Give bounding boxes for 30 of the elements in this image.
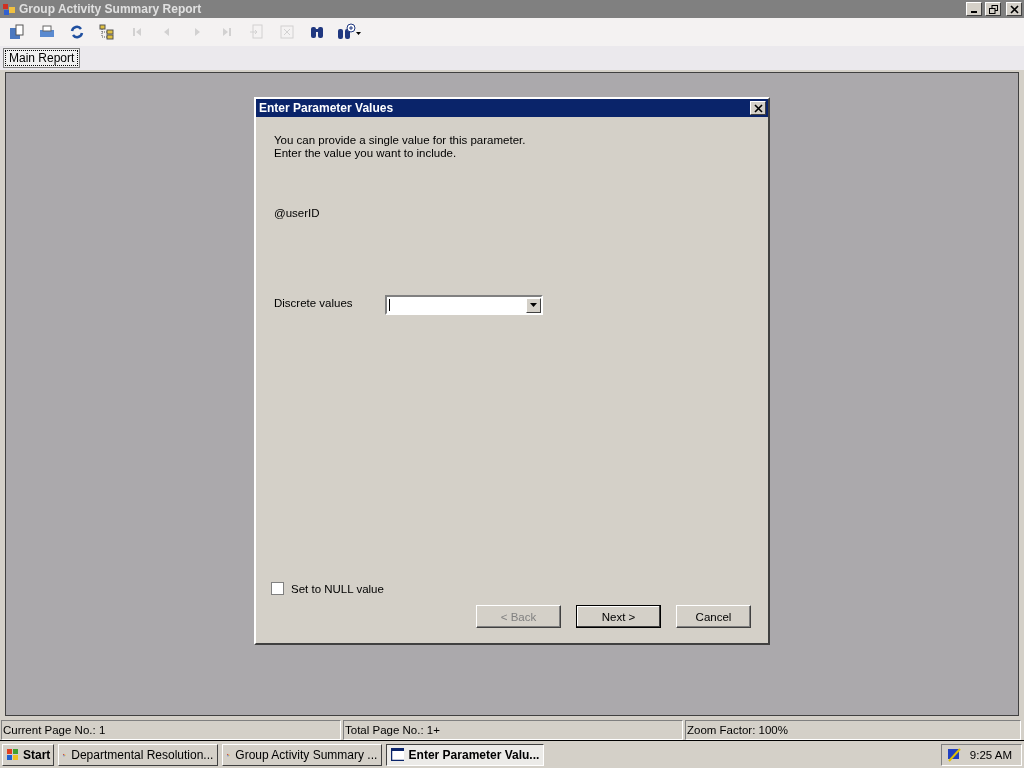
status-text: Total Page No.: 1+ xyxy=(343,720,683,740)
parameter-name: @userID xyxy=(274,207,321,219)
checkbox[interactable] xyxy=(271,582,284,595)
instruction-text: You can provide a single value for this parameter. xyxy=(274,134,527,147)
dialog-title: Enter Parameter Values xyxy=(259,101,394,115)
status-text: Zoom Factor: 100% xyxy=(685,720,1021,740)
minimize-button[interactable] xyxy=(966,2,982,16)
dropdown-button[interactable] xyxy=(526,297,541,313)
dialog-button[interactable]: Cancel xyxy=(676,605,751,628)
start-button[interactable]: Start xyxy=(2,743,55,766)
caret-icon xyxy=(530,303,537,307)
window-icon xyxy=(391,748,404,761)
restore-button[interactable] xyxy=(985,2,1001,16)
app-icon xyxy=(2,2,16,16)
taskbar-button[interactable]: Departmental Resolution... xyxy=(58,743,219,766)
instruction-text: Enter the value you want to include. xyxy=(274,147,458,160)
discrete-values-combo[interactable] xyxy=(385,295,543,315)
taskbar-button[interactable]: Group Activity Summary ... xyxy=(222,743,383,766)
dialog-button[interactable]: Next > xyxy=(576,605,661,628)
status-text: Current Page No.: 1 xyxy=(1,720,341,740)
close-button[interactable] xyxy=(750,101,766,115)
report-tab[interactable]: Main Report xyxy=(3,48,81,68)
field-label: Discrete values xyxy=(274,297,354,309)
windows-flag-icon xyxy=(6,747,20,762)
checkbox-label: Set to NULL value xyxy=(291,582,384,595)
close-button[interactable] xyxy=(1006,2,1022,16)
window-title: Group Activity Summary Report xyxy=(19,2,203,16)
tray-monitor-icon xyxy=(945,746,962,763)
clock: 9:25 AM xyxy=(969,748,1012,761)
taskbar-button[interactable]: Enter Parameter Valu... xyxy=(386,743,545,766)
